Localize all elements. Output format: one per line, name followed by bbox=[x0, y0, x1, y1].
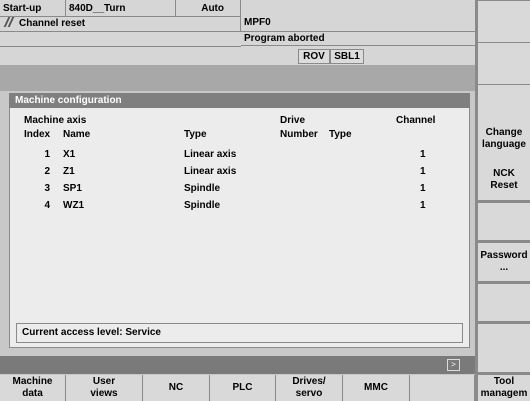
softkey-label: User bbox=[92, 376, 116, 387]
operating-mode: Auto bbox=[176, 0, 241, 17]
flag-sbl1: SBL1 bbox=[330, 49, 364, 64]
machine-name: 840D__Turn bbox=[66, 0, 176, 17]
softkey-label: Password bbox=[480, 250, 528, 261]
message-line bbox=[0, 65, 475, 91]
vsoftkey-empty[interactable] bbox=[478, 284, 530, 321]
softkey-label: NC bbox=[168, 382, 184, 393]
operating-area: Start-up bbox=[0, 0, 66, 17]
softkey-label: language bbox=[482, 139, 526, 150]
row-channel: 1 bbox=[420, 200, 426, 211]
softkey-label: ... bbox=[499, 262, 509, 273]
row-index: 3 bbox=[44, 183, 50, 194]
softkey-label: servo bbox=[295, 388, 323, 399]
channel-status: Channel reset bbox=[0, 17, 241, 32]
softkey-label: Change bbox=[485, 127, 523, 138]
channel-reset-icon bbox=[3, 17, 14, 27]
nck-reset-button[interactable]: NCK Reset bbox=[478, 163, 530, 200]
softkey-empty[interactable] bbox=[410, 375, 475, 401]
row-index: 2 bbox=[44, 166, 50, 177]
tool-management-button[interactable]: Tool managem bbox=[478, 375, 530, 401]
softkey-nc[interactable]: NC bbox=[143, 375, 210, 401]
table-row[interactable]: 2 Z1 Linear axis 1 bbox=[10, 166, 469, 180]
col-drive: Drive bbox=[280, 115, 306, 126]
password-button[interactable]: Password ... bbox=[478, 243, 530, 281]
col-name: Name bbox=[63, 129, 91, 140]
row-type: Spindle bbox=[184, 200, 221, 211]
row-name: X1 bbox=[63, 149, 76, 160]
softkey-mmc[interactable]: MMC bbox=[343, 375, 410, 401]
col-type: Type bbox=[184, 129, 207, 140]
vsoftkey-empty[interactable] bbox=[478, 203, 530, 240]
header-divider bbox=[0, 46, 241, 47]
col-index: Index bbox=[24, 129, 51, 140]
row-type: Linear axis bbox=[184, 149, 237, 160]
softkey-plc[interactable]: PLC bbox=[210, 375, 276, 401]
row-channel: 1 bbox=[420, 183, 426, 194]
machine-configuration-panel: Machine axis Drive Channel Index Name Ty… bbox=[9, 108, 470, 348]
row-name: Z1 bbox=[63, 166, 75, 177]
recall-bar bbox=[0, 356, 475, 374]
channel-status-text: Channel reset bbox=[19, 18, 86, 29]
vsoftkey-empty[interactable] bbox=[478, 324, 530, 372]
etc-arrow-icon[interactable]: > bbox=[447, 359, 460, 371]
table-row[interactable]: 1 X1 Linear axis 1 bbox=[10, 149, 469, 163]
softkey-label: data bbox=[22, 388, 43, 399]
status-header: Start-up 840D__Turn Auto MPF0 Channel re… bbox=[0, 0, 475, 65]
row-channel: 1 bbox=[420, 166, 426, 177]
col-drive-type: Type bbox=[329, 129, 352, 140]
softkey-label: Drives/ bbox=[292, 376, 326, 387]
row-type: Spindle bbox=[184, 183, 221, 194]
row-name: SP1 bbox=[63, 183, 82, 194]
softkey-label: NCK bbox=[493, 168, 515, 179]
softkey-label: MMC bbox=[364, 382, 388, 393]
row-name: WZ1 bbox=[63, 200, 85, 211]
softkey-drives-servo[interactable]: Drives/ servo bbox=[276, 375, 343, 401]
softkey-label: views bbox=[90, 388, 118, 399]
softkey-label: Machine bbox=[12, 376, 53, 387]
vsoftkey-3[interactable] bbox=[478, 85, 530, 126]
col-machine-axis: Machine axis bbox=[24, 115, 87, 126]
table-row[interactable]: 4 WZ1 Spindle 1 bbox=[10, 200, 469, 214]
change-language-button[interactable]: Change language bbox=[478, 123, 530, 159]
col-number: Number bbox=[280, 129, 318, 140]
softkey-machine-data[interactable]: Machine data bbox=[0, 375, 66, 401]
table-row[interactable]: 3 SP1 Spindle 1 bbox=[10, 183, 469, 197]
access-level-field: Current access level: Service bbox=[16, 323, 463, 343]
col-channel: Channel bbox=[396, 115, 436, 126]
row-type: Linear axis bbox=[184, 166, 237, 177]
vsoftkey-1[interactable] bbox=[478, 1, 530, 42]
softkey-label: PLC bbox=[232, 382, 253, 393]
vsoftkey-2[interactable] bbox=[478, 43, 530, 84]
row-channel: 1 bbox=[420, 149, 426, 160]
softkey-label: Reset bbox=[490, 180, 518, 191]
program-status: Program aborted bbox=[241, 32, 475, 46]
row-index: 4 bbox=[44, 200, 50, 211]
program-name: MPF0 bbox=[241, 0, 475, 32]
softkey-label: managem bbox=[480, 388, 528, 399]
flag-rov: ROV bbox=[298, 49, 330, 64]
panel-title: Machine configuration bbox=[9, 93, 470, 108]
row-index: 1 bbox=[44, 149, 50, 160]
softkey-label: Tool bbox=[493, 376, 515, 387]
softkey-user-views[interactable]: User views bbox=[66, 375, 143, 401]
